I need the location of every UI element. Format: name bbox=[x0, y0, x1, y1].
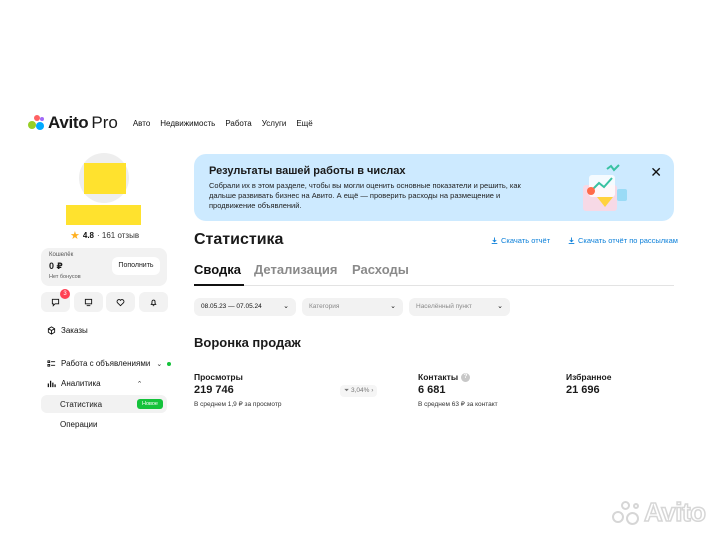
category-select[interactable]: Категория ⌄ bbox=[302, 298, 403, 316]
watermark-logo-icon bbox=[610, 499, 642, 527]
nav-item-services[interactable]: Услуги bbox=[262, 119, 287, 128]
logo-text: Avito bbox=[48, 113, 89, 132]
sidebar-item-listings[interactable]: Работа с объявлениями ⌄ bbox=[47, 359, 172, 368]
new-badge: Новое bbox=[136, 399, 163, 409]
sidebar-item-label: Статистика bbox=[60, 400, 103, 409]
bell-icon bbox=[149, 299, 157, 306]
sidebar-item-label: Работа с объявлениями bbox=[61, 359, 151, 368]
contacts-sub: В среднем 63 ₽ за контакт bbox=[418, 401, 498, 408]
chevron-down-icon: ⌄ bbox=[497, 303, 503, 310]
list-icon bbox=[47, 360, 56, 367]
tab-details[interactable]: Детализация bbox=[254, 262, 337, 277]
download-report-label: Скачать отчёт bbox=[501, 236, 551, 245]
wallet-label: Кошелёк bbox=[49, 252, 74, 258]
nav-item-more[interactable]: Ещё bbox=[296, 119, 312, 128]
sidebar-item-operations[interactable]: Операции bbox=[60, 420, 97, 429]
quick-actions: 3 bbox=[41, 289, 171, 312]
views-label: Просмотры bbox=[194, 372, 243, 382]
conversion-badge[interactable]: ⏷ 3,04% › bbox=[340, 385, 378, 397]
topup-button[interactable]: Пополнить bbox=[112, 257, 160, 275]
favorites-value: 21 696 bbox=[566, 384, 600, 396]
wallet-card: Кошелёк 0 ₽ Нет бонусов Пополнить bbox=[41, 248, 167, 286]
download-report-link[interactable]: Скачать отчёт bbox=[491, 236, 550, 245]
sidebar-item-label: Операции bbox=[60, 420, 98, 429]
page-title: Статистика bbox=[194, 231, 284, 248]
bar-chart-icon bbox=[47, 380, 56, 388]
profile-name-redaction bbox=[66, 205, 141, 225]
messages-badge: 3 bbox=[60, 289, 70, 299]
banner-title: Результаты вашей работы в числах bbox=[209, 165, 406, 177]
bell-button[interactable] bbox=[138, 292, 168, 312]
tab-summary[interactable]: Сводка bbox=[194, 262, 241, 277]
chevron-right-icon: › bbox=[371, 387, 374, 394]
avatar-redaction bbox=[84, 163, 126, 194]
profile-rating[interactable]: ★ 4.8 · 161 отзыв bbox=[70, 229, 139, 242]
wallet-bonus: Нет бонусов bbox=[49, 274, 81, 280]
location-placeholder: Населённый пункт bbox=[416, 303, 472, 310]
chevron-up-icon: ⌃ bbox=[136, 380, 143, 388]
banner-text: Собрали их в этом разделе, чтобы вы могл… bbox=[209, 181, 521, 210]
sidebar-item-orders[interactable]: Заказы bbox=[47, 326, 88, 335]
statistics-illustration-icon bbox=[583, 164, 627, 211]
download-icon bbox=[491, 237, 498, 244]
chevron-down-icon: ⌄ bbox=[283, 303, 289, 310]
download-mailing-report-link[interactable]: Скачать отчёт по рассылкам bbox=[568, 236, 678, 245]
chevron-down-icon: ⌄ bbox=[156, 360, 163, 368]
heart-icon bbox=[116, 298, 125, 306]
feed-icon bbox=[84, 298, 92, 306]
nav-item-realty[interactable]: Недвижимость bbox=[160, 119, 215, 128]
tabs-bar: Сводка Детализация Расходы bbox=[194, 262, 674, 286]
logo-suffix: Pro bbox=[91, 113, 118, 132]
sidebar-item-label: Аналитика bbox=[61, 379, 101, 388]
download-icon bbox=[568, 237, 575, 244]
conversion-value: 3,04% bbox=[351, 387, 370, 394]
contacts-value: 6 681 bbox=[418, 384, 446, 396]
star-icon: ★ bbox=[70, 230, 80, 242]
watermark-text: Avito bbox=[643, 496, 707, 528]
status-dot bbox=[167, 361, 172, 366]
chevron-down-icon: ⌄ bbox=[390, 303, 396, 310]
favorites-label: Избранное bbox=[566, 372, 612, 382]
contacts-label: Контакты bbox=[418, 372, 459, 382]
reviews-count: · 161 отзыв bbox=[97, 231, 140, 240]
tab-expenses[interactable]: Расходы bbox=[352, 262, 409, 277]
favorites-button[interactable] bbox=[106, 292, 135, 312]
sidebar-item-label: Заказы bbox=[61, 326, 88, 335]
avito-pro-logo[interactable]: Avito Pro bbox=[28, 113, 118, 133]
date-range-value: 08.05.23 — 07.05.24 bbox=[201, 303, 262, 310]
funnel-title: Воронка продаж bbox=[194, 335, 301, 350]
funnel-icon: ⏷ bbox=[344, 387, 350, 394]
close-icon[interactable]: ✕ bbox=[650, 164, 662, 181]
rating-value: 4.8 bbox=[82, 231, 94, 240]
chat-icon bbox=[51, 298, 60, 307]
download-mailing-label: Скачать отчёт по рассылкам bbox=[578, 236, 678, 245]
sidebar-item-analytics[interactable]: Аналитика ⌃ bbox=[47, 379, 142, 388]
info-banner: Результаты вашей работы в числах Собрали… bbox=[194, 154, 674, 221]
contacts-label-wrap: Контакты ? bbox=[418, 372, 471, 382]
nav-item-auto[interactable]: Авто bbox=[133, 119, 150, 128]
wallet-amount: 0 ₽ bbox=[49, 261, 63, 271]
location-select[interactable]: Населённый пункт ⌄ bbox=[409, 298, 510, 316]
box-icon bbox=[47, 326, 56, 335]
avito-logo-icon bbox=[28, 115, 45, 131]
sidebar-item-statistics[interactable]: Статистика Новое bbox=[41, 395, 167, 413]
category-placeholder: Категория bbox=[309, 303, 340, 310]
date-range-select[interactable]: 08.05.23 — 07.05.24 ⌄ bbox=[194, 298, 296, 316]
views-sub: В среднем 1,9 ₽ за просмотр bbox=[194, 401, 282, 408]
messages-button[interactable]: 3 bbox=[41, 289, 70, 312]
views-value: 219 746 bbox=[194, 384, 234, 396]
avito-watermark: Avito bbox=[610, 496, 707, 528]
notifications-feed-button[interactable] bbox=[73, 292, 103, 312]
nav-item-jobs[interactable]: Работа bbox=[225, 119, 251, 128]
help-icon[interactable]: ? bbox=[461, 372, 471, 382]
active-tab-indicator bbox=[194, 284, 244, 286]
top-nav: Avito Pro Авто Недвижимость Работа Услуг… bbox=[28, 112, 318, 134]
